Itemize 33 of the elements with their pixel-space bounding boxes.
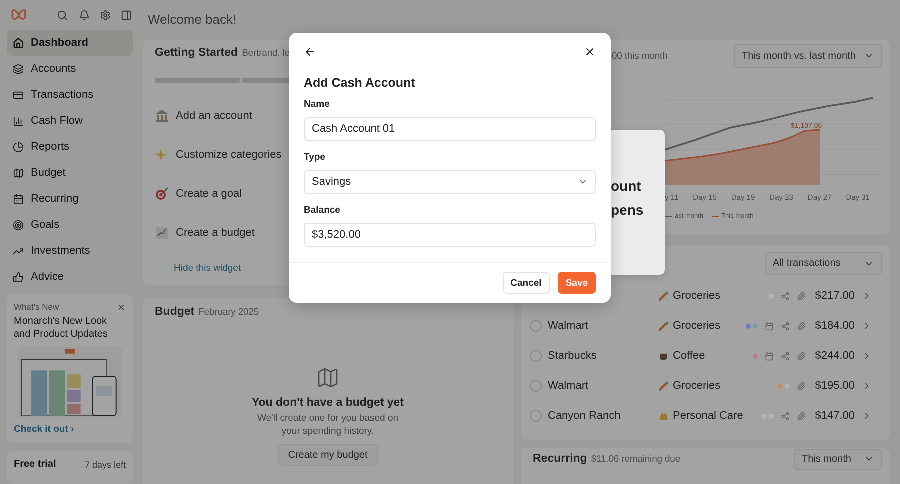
category-label: Coffee	[673, 350, 706, 362]
card-title: Monarch's New Look and Product Updates	[14, 315, 109, 342]
popover-text: ount	[611, 177, 642, 195]
category-label: Groceries	[673, 290, 721, 302]
trial-title: Free trial	[14, 459, 56, 470]
amount: $195.00	[815, 380, 855, 392]
dialog-title: Add Cash Account	[304, 75, 416, 91]
merchant-name: Walmart	[548, 380, 590, 392]
merchant-name: Starbucks	[548, 350, 598, 362]
card-subtitle: 00 this month	[612, 50, 668, 62]
field-label: Type	[304, 152, 326, 164]
field-label: Balance	[304, 205, 342, 217]
amount: $184.00	[815, 320, 855, 332]
card-subtitle: $11.06 remaining due	[591, 454, 681, 464]
card-title: Recurring	[533, 453, 588, 465]
card-label: What's New	[14, 302, 60, 312]
card-title: Getting Started	[155, 47, 238, 59]
empty-text: We'll create one for you based on your spending history.	[256, 412, 400, 438]
merchant-name: Walmart	[548, 320, 590, 332]
category-label: Groceries	[673, 380, 721, 392]
page-title: Welcome back!	[148, 12, 237, 26]
empty-heading: You don't have a budget yet	[252, 397, 404, 409]
field-label: Name	[304, 99, 331, 111]
amount: $217.00	[815, 290, 855, 302]
card-subtitle: February 2025	[198, 307, 260, 318]
merchant-name: Canyon Ranch	[548, 410, 622, 422]
popover-text: pens	[611, 201, 645, 219]
amount: $147.00	[815, 410, 855, 422]
category-label: Personal Care	[673, 410, 744, 422]
trial-remaining: 7 days left	[84, 460, 126, 470]
card-title: Budget	[155, 306, 195, 318]
amount: $244.00	[815, 350, 855, 362]
category-label: Groceries	[673, 320, 721, 332]
